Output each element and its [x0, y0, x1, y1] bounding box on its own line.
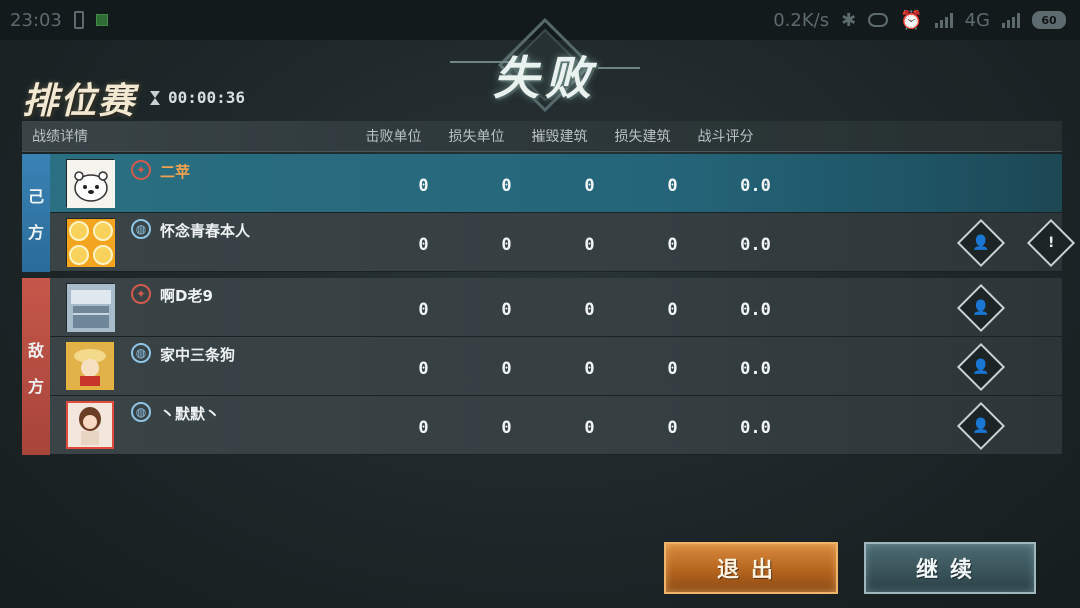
enemy-team-tag: 敌 方: [22, 278, 50, 455]
kills-value: 0: [418, 359, 429, 379]
player-row[interactable]: ✦ 二苹 0 0 0 0 0.0: [50, 154, 1062, 213]
player-name: 怀念青春本人: [160, 222, 251, 240]
player-name: 二苹: [160, 163, 191, 181]
pirate-avatar-icon: [68, 344, 112, 388]
player-row[interactable]: ◍ 家中三条狗 0 0 0 0 0.0 👤: [50, 337, 1062, 396]
player-name: 丶默默丶: [160, 405, 221, 423]
lost-buildings-value: 0: [667, 176, 678, 196]
destroyed-value: 0: [584, 300, 595, 320]
add-friend-button[interactable]: 👤: [956, 401, 1006, 451]
status-time: 23:03: [10, 9, 62, 31]
avatar[interactable]: [66, 283, 115, 332]
ally-team-tag: 己 方: [22, 154, 50, 272]
score-value: 0.0: [740, 418, 771, 438]
ally-team: 己 方 ✦ 二苹 0 0 0 0 0.0 ◍ 怀念青春本人 0 0 0 0 0.…: [22, 154, 1076, 272]
score-value: 0.0: [740, 359, 771, 379]
losses-value: 0: [501, 235, 512, 255]
result-banner: 失败: [440, 18, 650, 118]
table-header: 战绩详情 击败单位 损失单位 摧毁建筑 损失建筑 战斗评分: [22, 121, 1062, 152]
col-header: 击败单位: [365, 129, 422, 145]
col-header: 损失单位: [448, 129, 505, 145]
alarm-icon: ⏰: [900, 9, 923, 31]
kills-value: 0: [418, 418, 429, 438]
blue-globe-icon: ◍: [131, 219, 151, 239]
blue-globe-icon: ◍: [131, 402, 151, 422]
player-row[interactable]: ◍ 丶默默丶 0 0 0 0 0.0 👤: [50, 396, 1062, 455]
report-button[interactable]: !: [1026, 218, 1076, 268]
player-row[interactable]: ✦ 啊D老9 0 0 0 0 0.0 👤: [50, 278, 1062, 337]
signal-icon-2: [1002, 12, 1020, 28]
add-friend-icon: 👤: [972, 235, 990, 251]
enemy-team: 敌 方 ✦ 啊D老9 0 0 0 0 0.0 👤 ◍ 家中三条狗 0 0 0 0…: [22, 278, 1062, 455]
net-speed: 0.2K/s: [773, 9, 830, 31]
red-helmet-icon: ✦: [131, 284, 151, 304]
avatar[interactable]: [66, 159, 115, 208]
losses-value: 0: [501, 176, 512, 196]
battery-icon: 60: [1032, 11, 1066, 29]
destroyed-value: 0: [584, 359, 595, 379]
add-friend-icon: 👤: [972, 300, 990, 316]
score-value: 0.0: [740, 176, 771, 196]
losses-value: 0: [501, 418, 512, 438]
lost-buildings-value: 0: [667, 300, 678, 320]
destroyed-value: 0: [584, 418, 595, 438]
avatar[interactable]: [66, 342, 114, 390]
stats-table: 战绩详情 击败单位 损失单位 摧毁建筑 损失建筑 战斗评分 己 方 ✦ 二苹 0…: [22, 121, 1076, 455]
orange-slices-avatar-icon: [67, 219, 115, 267]
lost-buildings-value: 0: [667, 235, 678, 255]
mode-title: 排位赛: [22, 80, 137, 122]
hourglass-icon: [150, 90, 160, 105]
timer-value: 00:00:36: [168, 88, 246, 107]
avatar[interactable]: [66, 218, 115, 267]
col-header: 摧毁建筑: [531, 129, 588, 145]
destroyed-value: 0: [584, 176, 595, 196]
table-title: 战绩详情: [32, 129, 88, 145]
add-friend-button[interactable]: 👤: [956, 218, 1006, 268]
kills-value: 0: [418, 235, 429, 255]
window-photo-avatar-icon: [67, 284, 115, 332]
player-name: 家中三条狗: [160, 346, 236, 364]
lost-buildings-value: 0: [667, 418, 678, 438]
kills-value: 0: [418, 300, 429, 320]
bear-avatar-icon: [67, 160, 115, 208]
blue-globe-icon: ◍: [131, 343, 151, 363]
add-friend-button[interactable]: 👤: [956, 283, 1006, 333]
exit-button[interactable]: 退出: [664, 542, 838, 594]
match-timer: 00:00:36: [150, 88, 245, 107]
phone-icon: [73, 11, 84, 29]
lost-buildings-value: 0: [667, 359, 678, 379]
report-icon: !: [1047, 234, 1055, 251]
col-header: 战斗评分: [697, 129, 754, 145]
toggle-icon: [868, 13, 889, 27]
red-helmet-icon: ✦: [131, 160, 151, 180]
player-name: 啊D老9: [160, 287, 213, 305]
kills-value: 0: [418, 176, 429, 196]
player-row[interactable]: ◍ 怀念青春本人 0 0 0 0 0.0 👤 !: [50, 213, 1076, 272]
continue-button[interactable]: 继续: [864, 542, 1036, 594]
girl-portrait-avatar-icon: [68, 403, 112, 447]
add-friend-button[interactable]: 👤: [956, 342, 1006, 392]
signal-icon: [934, 12, 953, 28]
score-value: 0.0: [740, 300, 771, 320]
bluetooth-icon: ✱: [841, 9, 857, 31]
add-friend-icon: 👤: [972, 418, 990, 434]
network-type: 4G: [964, 9, 990, 31]
destroyed-value: 0: [584, 235, 595, 255]
avatar[interactable]: [66, 401, 114, 449]
col-header: 损失建筑: [614, 129, 671, 145]
losses-value: 0: [501, 359, 512, 379]
losses-value: 0: [501, 300, 512, 320]
app-notification-icon: [95, 14, 108, 26]
add-friend-icon: 👤: [972, 359, 990, 375]
result-title: 失败: [493, 51, 597, 105]
score-value: 0.0: [740, 235, 771, 255]
